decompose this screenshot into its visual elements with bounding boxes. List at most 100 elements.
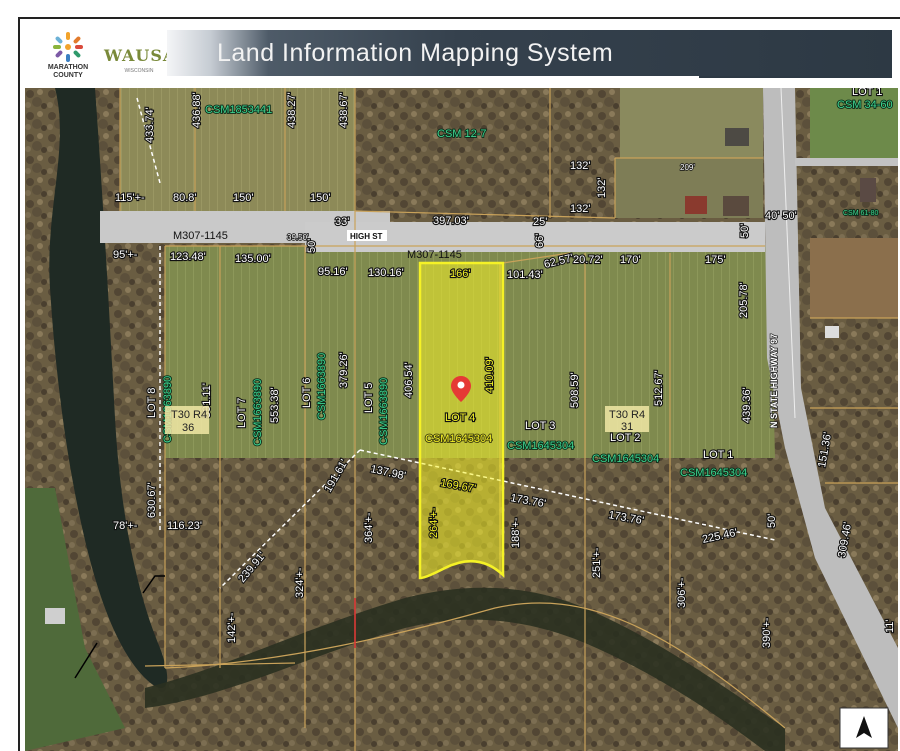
lot-8-label: LOT 8	[146, 388, 158, 418]
dim-324: 324'+-	[294, 567, 306, 598]
csm-lot4: CSM1645304	[425, 433, 492, 445]
dim-379: 379.26'	[338, 352, 350, 388]
csm-12-7: CSM 12-7	[437, 128, 487, 140]
map-view[interactable]: M307-1145 M307-1145 HIGH ST N STATE HIGH…	[25, 88, 898, 751]
dim-116: 116.23'	[167, 520, 202, 532]
dim-436: 436.88'	[191, 92, 203, 128]
dim-66: 66'	[534, 234, 546, 248]
dim-209: 209'	[680, 163, 695, 172]
dim-508: 508.59'	[569, 372, 581, 408]
dim-142: 142'+-	[226, 612, 238, 643]
dim-410: 410.09'	[484, 357, 496, 393]
csm-34-60: CSM 34-60	[837, 99, 893, 111]
building-5	[825, 326, 839, 338]
township-right-a: T30 R4	[609, 409, 645, 421]
title-banner: Land Information Mapping System	[167, 30, 892, 76]
page-title: Land Information Mapping System	[217, 39, 614, 67]
csm-lot5: CSM1663890	[378, 378, 390, 445]
dim-78: 78'+-	[113, 520, 138, 532]
road-label-m307-mid: M307-1145	[407, 249, 462, 261]
building-2	[723, 196, 749, 216]
building-6	[45, 608, 65, 624]
csm-1853441: CSM1853441	[205, 104, 272, 116]
field-north-east	[620, 88, 763, 158]
dim-150a: 150'	[233, 192, 253, 204]
building-3	[725, 128, 749, 146]
dim-50c: 50'	[766, 514, 778, 528]
dim-95-16: 95.16'	[318, 266, 348, 278]
dim-251: 251'+-	[591, 547, 603, 578]
dim-50a: 50'	[739, 224, 751, 238]
lot-7-label: LOT 7	[236, 398, 248, 428]
dim-175: 175'	[705, 254, 725, 266]
dim-406: 406.54'	[403, 362, 415, 398]
dim-101: 101.43'	[507, 269, 543, 281]
csm-lot3: CSM1645304	[507, 440, 574, 452]
township-right-b: 31	[621, 421, 633, 433]
banner-underline	[699, 76, 892, 78]
dim-188: 188'+-	[510, 517, 522, 548]
wausau-logo[interactable]: WAUSAU WISCONSIN	[104, 30, 192, 82]
dim-306: 306'+-	[676, 577, 688, 608]
app-header: MARATHON COUNTY WAUSAU WISCONSIN Land Inf…	[22, 22, 898, 86]
dim-132b: 132'	[596, 178, 608, 198]
dim-438-27: 438.27'	[286, 92, 298, 128]
dim-123: 123.48'	[170, 251, 206, 263]
marathon-logo-line1: MARATHON	[47, 64, 89, 71]
dim-364: 364'+-	[363, 512, 375, 543]
township-left-a: T30 R4	[171, 409, 207, 421]
dim-512: 512.67'	[653, 370, 665, 406]
csm-lot7: CSM1663890	[252, 379, 264, 446]
township-left-b: 36	[182, 422, 194, 434]
dim-132c: 132'	[570, 203, 590, 215]
road-label-m307-top: M307-1145	[173, 230, 228, 242]
dim-132a: 132'	[570, 160, 590, 172]
dim-205: 205.78'	[738, 282, 750, 318]
dim-630: 630.67'	[146, 482, 158, 518]
marathon-sunburst-icon	[53, 32, 83, 62]
road-label-high-st: HIGH ST	[350, 232, 383, 241]
lot-tr-label: LOT 1	[852, 88, 882, 98]
building-4	[860, 178, 876, 202]
dim-25: 25'	[533, 216, 547, 228]
csm-small: CSM 61-80	[843, 210, 879, 217]
dim-40-50: 40' 50'	[765, 210, 797, 222]
dim-433: 433.74'	[144, 107, 156, 143]
dim-438-67: 438.67'	[338, 92, 350, 128]
aerial-map-canvas[interactable]: M307-1145 M307-1145 HIGH ST N STATE HIGH…	[25, 88, 898, 751]
marathon-county-logo[interactable]: MARATHON COUNTY	[38, 28, 98, 84]
dim-390: 390'+-	[761, 617, 773, 648]
dim-95: 95'+-	[113, 249, 138, 261]
dim-264: 264'+-	[428, 507, 440, 538]
side-road	[795, 158, 898, 166]
dim-80-8: 80.8'	[173, 192, 197, 204]
wausau-logo-sub: WISCONSIN	[124, 68, 154, 74]
lot-4-label: LOT 4	[445, 412, 475, 424]
field-east-mid	[810, 238, 898, 318]
dim-130: 130.16'	[368, 267, 404, 279]
marathon-logo-line2: COUNTY	[53, 72, 83, 79]
dim-553: 553.38'	[269, 387, 281, 423]
dim-115: 115'+-	[115, 192, 145, 204]
dim-150b: 150'	[310, 192, 330, 204]
dim-50b: 50'	[306, 239, 318, 253]
north-arrow-icon	[839, 707, 889, 749]
dim-397: 397.03'	[433, 215, 469, 227]
wausau-logo-name: WAUSAU	[104, 46, 192, 65]
csm-lot6: CSM1663890	[316, 353, 328, 420]
lot-5-label: LOT 5	[363, 383, 375, 413]
logo-area: MARATHON COUNTY WAUSAU WISCONSIN	[32, 28, 192, 84]
csm-lot1: CSM1645304	[680, 467, 747, 479]
lot-6-label: LOT 6	[301, 378, 313, 408]
lot-1-label: LOT 1	[703, 449, 733, 461]
csm-lot2: CSM1645304	[592, 453, 659, 465]
lot-3-label: LOT 3	[525, 420, 555, 432]
dim-11: 11'	[884, 619, 896, 633]
dim-439: 439.36'	[741, 387, 753, 423]
building-1	[685, 196, 707, 214]
dim-135: 135.00'	[235, 253, 271, 265]
road-label-highway-97: N STATE HIGHWAY 97	[769, 334, 779, 428]
dim-20: 20.72'	[573, 254, 603, 266]
lot-2-label: LOT 2	[610, 432, 640, 444]
dim-170: 170'	[620, 254, 640, 266]
